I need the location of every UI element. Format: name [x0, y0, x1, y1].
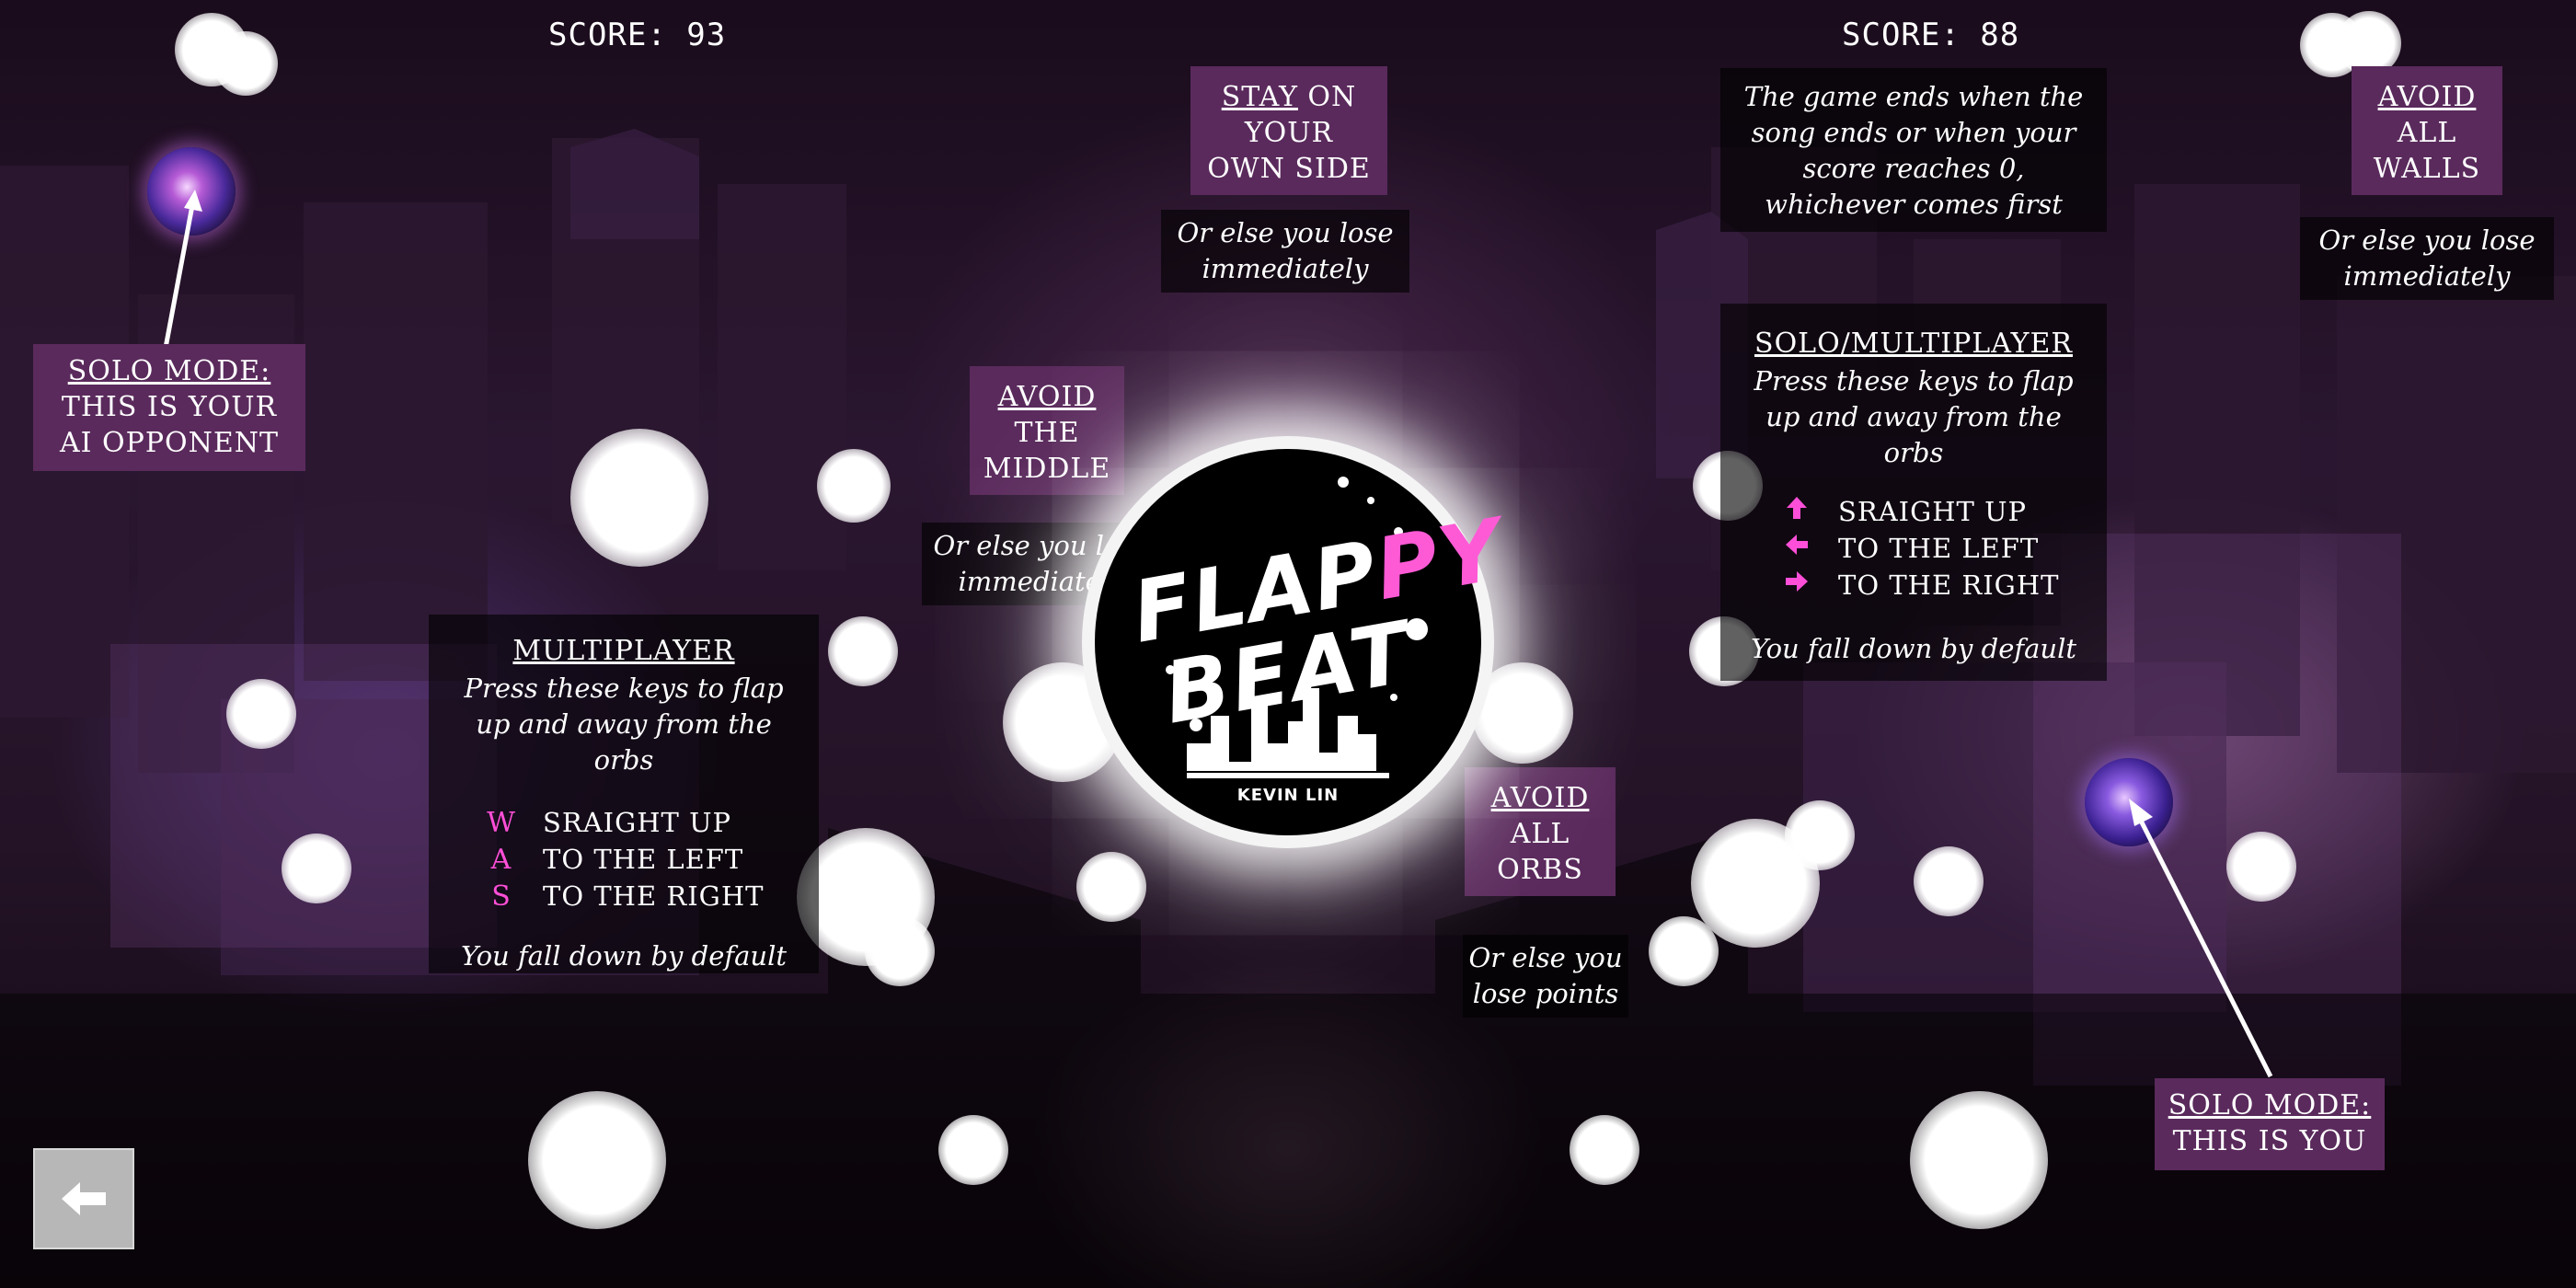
solo-multi-controls-panel: SOLO/MULTIPLAYER Press these keys to fla…: [1720, 304, 2107, 681]
orb: [528, 1091, 666, 1229]
key-label: SRAIGHT UP: [543, 807, 732, 838]
solo-multi-title: SOLO/MULTIPLAYER: [1754, 328, 2073, 360]
multiplayer-title: MULTIPLAYER: [512, 635, 735, 667]
arrow-right-icon: [1781, 568, 1812, 603]
stay-side-card: STAY ON YOUR OWN SIDE: [1190, 66, 1387, 195]
player-callout: SOLO MODE: THIS IS YOU: [2155, 1078, 2385, 1170]
orb: [817, 449, 891, 523]
key-w: W: [487, 806, 516, 839]
orb: [938, 1115, 1008, 1185]
score-right: SCORE: 88: [1842, 17, 2020, 53]
orb: [226, 679, 296, 749]
key-row: TO THE LEFT: [1781, 530, 2092, 567]
orb: [1914, 846, 1984, 916]
key-s: S: [491, 880, 512, 913]
key-label: SRAIGHT UP: [1838, 496, 2028, 527]
avoid-orbs-line3: ORBS: [1497, 854, 1583, 886]
ai-pointer-arrow: [163, 190, 202, 349]
key-row: A TO THE LEFT: [486, 841, 804, 878]
orb: [282, 834, 351, 903]
ai-callout-line2: AI OPPONENT: [59, 427, 280, 459]
back-button[interactable]: [33, 1148, 134, 1249]
stay-side-rest: ON: [1297, 81, 1357, 113]
orb: [1910, 1091, 2048, 1229]
key-row: SRAIGHT UP: [1781, 493, 2092, 530]
ai-callout-title: SOLO MODE:: [67, 355, 271, 387]
player-pointer-arrow: [2129, 799, 2273, 1078]
orb: [570, 429, 708, 567]
multiplayer-footer: You fall down by default: [460, 940, 788, 972]
solo-multi-footer: You fall down by default: [1750, 633, 2077, 664]
key-row: S TO THE RIGHT: [486, 878, 804, 914]
stay-side-line3: OWN SIDE: [1207, 153, 1371, 185]
score-left: SCORE: 93: [548, 17, 727, 53]
orb: [1076, 852, 1146, 922]
multiplayer-controls-panel: MULTIPLAYER Press these keys to flap up …: [429, 615, 819, 973]
orb: [1570, 1115, 1639, 1185]
arrow-left-icon: [62, 1182, 106, 1215]
key-label: TO THE LEFT: [543, 844, 744, 875]
avoid-orbs-note: Or else you lose points: [1463, 935, 1628, 1018]
avoid-walls-line3: WALLS: [2373, 153, 2481, 185]
avoid-walls-note: Or else you lose immediately: [2300, 217, 2554, 300]
orb: [1785, 800, 1855, 870]
avoid-walls-title: AVOID: [2377, 81, 2477, 113]
stay-side-line2: YOUR: [1244, 117, 1334, 149]
stay-side-note: Or else you lose immediately: [1161, 210, 1409, 293]
avoid-orbs-card: AVOID ALL ORBS: [1465, 767, 1616, 896]
logo-author: KEVIN LIN: [1236, 786, 1340, 805]
avoid-orbs-title: AVOID: [1490, 782, 1590, 814]
player-callout-line1: THIS IS YOU: [2172, 1125, 2367, 1157]
multiplayer-desc: Press these keys to flap up and away fro…: [464, 673, 784, 776]
key-a: A: [490, 843, 512, 876]
avoid-walls-line2: ALL: [2397, 117, 2457, 149]
flappy-beat-logo: FLAPPY BEAT KEVIN LIN: [1095, 449, 1511, 835]
player-callout-title: SOLO MODE:: [2168, 1089, 2372, 1121]
key-row: W SRAIGHT UP: [486, 804, 804, 841]
avoid-walls-card: AVOID ALL WALLS: [2352, 66, 2502, 195]
key-label: TO THE RIGHT: [1838, 569, 2060, 601]
arrow-up-icon: [1781, 494, 1812, 529]
key-label: TO THE RIGHT: [543, 880, 765, 912]
orb: [1649, 916, 1719, 986]
avoid-orbs-line2: ALL: [1510, 818, 1570, 850]
stay-side-lead: STAY: [1221, 81, 1298, 113]
orb: [865, 916, 935, 986]
orb: [213, 31, 278, 96]
arrow-left-icon: [1781, 531, 1812, 566]
key-label: TO THE LEFT: [1838, 533, 2040, 564]
key-row: TO THE RIGHT: [1781, 567, 2092, 604]
ai-callout-line1: THIS IS YOUR: [61, 391, 278, 423]
orb: [1472, 662, 1573, 764]
avoid-middle-title: AVOID: [997, 381, 1097, 413]
avoid-middle-line2: THE: [1014, 417, 1080, 449]
game-end-rule: The game ends when the song ends or when…: [1720, 68, 2107, 232]
solo-multi-desc: Press these keys to flap up and away fro…: [1754, 365, 2074, 468]
ai-opponent-callout: SOLO MODE: THIS IS YOUR AI OPPONENT: [33, 344, 305, 471]
orb: [828, 616, 898, 686]
